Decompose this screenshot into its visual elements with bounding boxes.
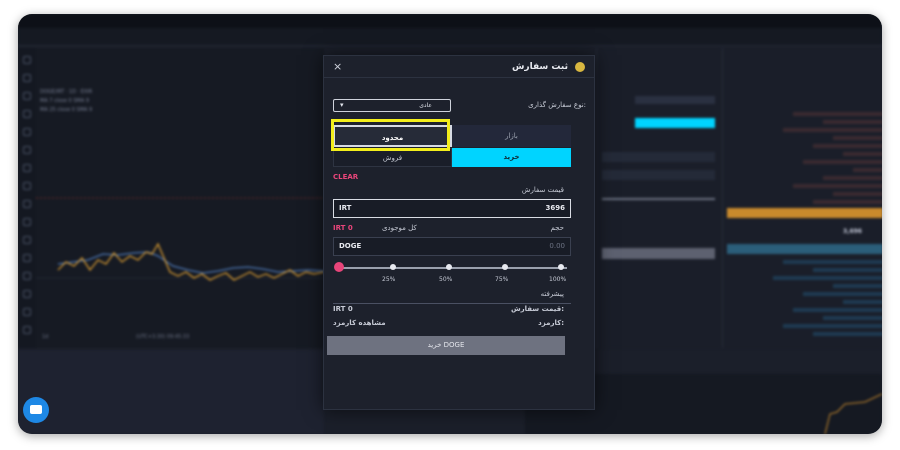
app-window: DOGE/IRT · 1D · EXIR MA 7 close 0 SMA 9 … [18,14,882,434]
balance-label: کل موجودی [382,224,417,232]
top-nav-bar [18,14,882,28]
chat-icon [30,405,42,414]
market-sub-bar [18,28,882,46]
volume-slider-track[interactable] [339,267,567,269]
price-input[interactable]: IRT 3696 [333,199,571,218]
modal-title: ثبت سفارش [511,62,568,72]
advanced-toggle[interactable]: پیشرفته [541,290,564,298]
slider-label-50: 50% [439,276,453,283]
advanced-divider [333,303,571,304]
order-price-summary-value: IRT 0 [333,305,353,313]
tab-buy[interactable]: خرید [452,148,571,167]
order-price-summary-label: قیمت سفارش: [510,305,564,313]
tab-market[interactable]: بازار [452,125,571,147]
order-book: 3,696 [722,48,882,348]
order-modal: × ثبت سفارش نوع سفارش گذاری: ▾ عادی محدو… [323,55,595,410]
highlight-box [331,119,450,151]
clear-button[interactable]: CLEAR [333,173,358,181]
price-label: قیمت سفارش [521,186,564,194]
chat-button[interactable] [23,397,49,423]
volume-label: حجم [550,224,564,232]
slider-step-75[interactable] [502,264,508,270]
fee-label: کارمزد: [538,319,564,327]
view-fee-link[interactable]: مشاهده کارمزد [333,319,386,327]
chart-legend: DOGE/IRT · 1D · EXIR MA 7 close 0 SMA 9 … [40,89,93,113]
modal-header: × ثبت سفارش [324,56,594,78]
slider-label-100: 100% [549,276,567,283]
buy-doge-button[interactable]: خرید DOGE [327,336,565,355]
chart-tools-sidebar [18,48,36,348]
slider-step-100[interactable] [558,264,564,270]
volume-input[interactable]: DOGE 0.00 [333,237,571,256]
doge-coin-icon [575,62,585,72]
bottom-panel [18,350,324,434]
slider-step-50[interactable] [446,264,452,270]
slider-label-25: 25% [382,276,396,283]
chart-footer: 1d (UTC+3:30) 09:45:33 [42,334,190,340]
chevron-down-icon: ▾ [340,101,344,109]
slider-label-75: 75% [495,276,509,283]
close-icon[interactable]: × [333,60,342,73]
order-type-select[interactable]: ▾ عادی [333,99,451,112]
background-order-form [596,48,721,348]
slider-step-25[interactable] [390,264,396,270]
volume-slider-handle[interactable] [334,262,344,272]
balance-value: IRT 0 [333,224,353,232]
order-type-label: نوع سفارش گذاری: [528,101,586,109]
